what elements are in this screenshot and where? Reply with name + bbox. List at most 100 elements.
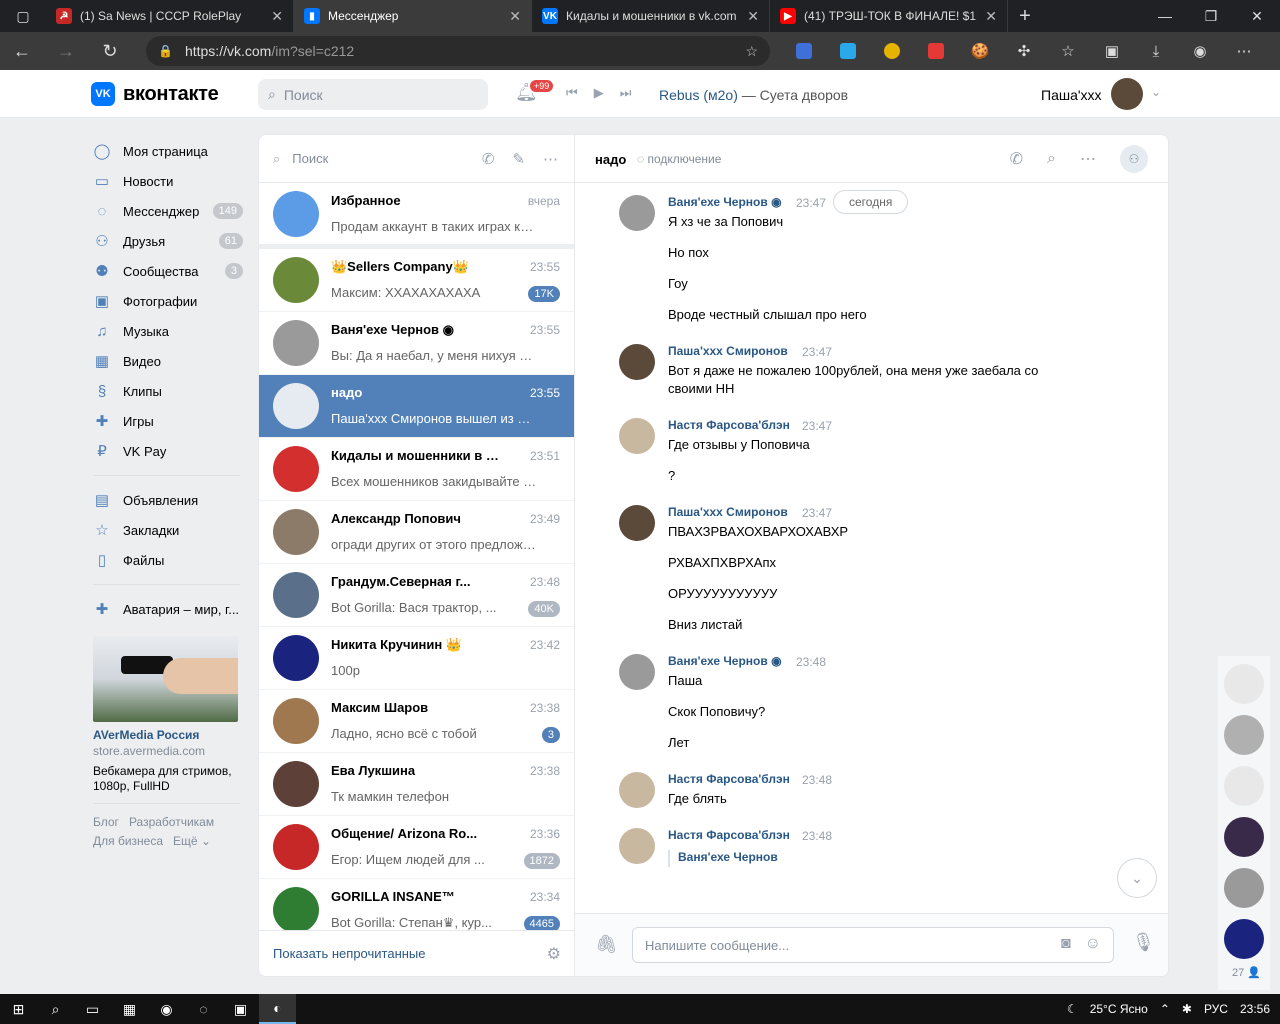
clock[interactable]: 23:56 [1240,1002,1270,1016]
minimize-icon[interactable]: — [1142,0,1188,32]
extension-icon[interactable] [914,32,958,70]
sidebar-item[interactable]: ◌ Мессенджер 149 [93,196,243,226]
bell-icon[interactable]: 🔔︎ +99 [515,78,556,103]
windows-start-icon[interactable]: ⊞ [0,994,37,1024]
search-icon[interactable]: ⌕ [1047,150,1056,168]
camera-icon[interactable]: ◙ [1061,935,1071,953]
dialog-item[interactable]: Избранное вчера Продам аккаунт в таких игр… [259,183,574,249]
avatar[interactable] [1224,868,1264,908]
back-icon[interactable]: ← [0,32,44,70]
compose-icon[interactable]: ✎ [512,150,525,168]
dialog-item[interactable]: Ваня'ехе Чернов ◉ 23:55 Вы: Да я наебал, у… [259,312,574,375]
close-tab-icon[interactable]: ✕ [509,8,521,25]
browser-tab[interactable]: VK Кидалы и мошенники в vk.com ✕ [532,0,770,32]
avatar[interactable] [619,344,655,380]
vk-logo[interactable]: VK вконтакте [91,82,219,106]
app-icon[interactable]: ▣ [222,994,259,1024]
sidebar-item[interactable]: § Клипы [93,376,243,406]
cookie-icon[interactable]: 🍪 [958,32,1002,70]
add-favorite-icon[interactable]: ☆ [745,43,758,60]
message-author[interactable]: Паша'xxx Смиронов [668,344,788,358]
browser-tab[interactable]: ▶ (41) ТРЭШ-ТОК В ФИНАЛЕ! $1M ✕ [770,0,1008,32]
sidebar-item[interactable]: ▤ Объявления [93,485,243,515]
avatar[interactable] [619,828,655,864]
scroll-down-button[interactable]: ⌄ [1117,858,1157,898]
sidebar-item[interactable]: ♫ Музыка [93,316,243,346]
tab-actions-icon[interactable]: ▢ [0,0,46,32]
dialog-item[interactable]: Максим Шаров 23:38 Ладно, ясно всё с тобой… [259,690,574,753]
header-search-input[interactable]: ⌕ Поиск [258,79,488,110]
message-input[interactable]: Напишите сообщение... ◙ ☺ [632,927,1114,963]
menu-icon[interactable]: ⋯ [1222,32,1266,70]
previous-track-icon[interactable]: ⏮ [566,85,578,101]
group-members-icon[interactable]: ⚇ [1120,145,1148,173]
next-track-icon[interactable]: ⏭ [620,85,632,101]
dialog-item[interactable]: Общение/ Arizona Ro... 23:36 Егор: Ищем лю… [259,816,574,879]
app-icon[interactable]: ▦ [111,994,148,1024]
extension-icon[interactable] [782,32,826,70]
footer-link-business[interactable]: Для бизнеса [93,834,163,848]
message-author[interactable]: Ваня'ехе Чернов ◉ [668,195,782,209]
chevron-up-icon[interactable]: ⌃ [1160,1002,1170,1016]
attach-icon[interactable]: 🖇︎ [595,934,618,955]
extension-icon[interactable] [826,32,870,70]
discord-icon[interactable]: ◉ [148,994,185,1024]
antivirus-icon[interactable]: ✱ [1182,1002,1192,1016]
avatar[interactable] [619,195,655,231]
message-author[interactable]: Ваня'ехе Чернов ◉ [668,654,782,668]
sidebar-item[interactable]: ▦ Видео [93,346,243,376]
chevron-down-icon[interactable]: ⌄ [1151,85,1161,99]
profile-icon[interactable]: ◉ [1178,32,1222,70]
sidebar-item-app[interactable]: ✚ Аватария – мир, г... [93,594,243,624]
avatar[interactable] [619,654,655,690]
refresh-icon[interactable]: ↻ [88,32,132,70]
sidebar-item[interactable]: ☆ Закладки [93,515,243,545]
sidebar-item[interactable]: ⚉ Сообщества 3 [93,256,243,286]
browser-tab[interactable]: ▮ Мессенджер ✕ [294,0,532,32]
avatar[interactable] [1224,664,1264,704]
search-icon[interactable]: ⌕ [37,994,74,1024]
download-icon[interactable]: ⤓ [1134,32,1178,70]
new-tab-button[interactable]: + [1008,5,1042,28]
weather-text[interactable]: 25°C Ясно [1090,1002,1148,1016]
emoji-icon[interactable]: ☺ [1085,935,1101,953]
ad-image[interactable] [93,636,238,722]
message-author[interactable]: Настя Фарсова'блэн [668,418,790,432]
dialog-item[interactable]: 👑Sellers Company👑 23:55 Максим: ХХАХАХАХАХ… [259,249,574,312]
footer-link-blog[interactable]: Блог [93,815,119,829]
sidebar-item[interactable]: ▯ Файлы [93,545,243,575]
app-icon[interactable]: ◌ [185,994,222,1024]
close-tab-icon[interactable]: ✕ [747,8,759,25]
dialog-item[interactable]: надо 23:55 Паша'xxx Смиронов вышел из бесе… [259,375,574,438]
url-input[interactable]: 🔒 https://vk.com/im?sel=c212 ☆ [146,36,770,66]
sidebar-item[interactable]: ◯ Моя страница [93,136,243,166]
current-track[interactable]: Rebus (м2о) — Суета дворов [659,87,848,103]
sidebar-item[interactable]: ▣ Фотографии [93,286,243,316]
edge-icon[interactable]: ◐ [259,994,296,1024]
close-window-icon[interactable]: ✕ [1234,0,1280,32]
avatar[interactable] [619,505,655,541]
dialog-item[interactable]: Ева Лукшина 23:38 Тк мамкин телефон [259,753,574,816]
dialog-item[interactable]: Кидалы и мошенники в v... 23:51 Всех мошен… [259,438,574,501]
header-username[interactable]: Паша'xxx [1041,87,1102,103]
puzzle-icon[interactable]: ✣ [1002,32,1046,70]
extension-icon[interactable] [870,32,914,70]
new-call-icon[interactable]: ✆ [482,150,495,168]
forwarded-message[interactable]: Ваня'ехе ЧерновСкок Поповичу? [668,850,778,867]
footer-link-dev[interactable]: Разработчикам [129,815,214,829]
forward-icon[interactable]: → [44,32,88,70]
ad-site[interactable]: store.avermedia.com [93,744,243,758]
avatar[interactable] [1224,919,1264,959]
avatar[interactable] [1111,78,1143,110]
play-icon[interactable]: ▶ [594,85,604,101]
message-author[interactable]: Настя Фарсова'блэн [668,772,790,786]
avatar[interactable] [1224,817,1264,857]
message-author[interactable]: Настя Фарсова'блэн [668,828,790,842]
phone-icon[interactable]: ✆ [1010,149,1023,169]
more-icon[interactable]: ⋯ [1080,149,1096,169]
favorites-icon[interactable]: ☆ [1046,32,1090,70]
collections-icon[interactable]: ▣ [1090,32,1134,70]
avatar[interactable] [1224,715,1264,755]
language-indicator[interactable]: РУС [1204,1002,1228,1016]
ad-title[interactable]: AVerMedia Россия [93,728,243,742]
